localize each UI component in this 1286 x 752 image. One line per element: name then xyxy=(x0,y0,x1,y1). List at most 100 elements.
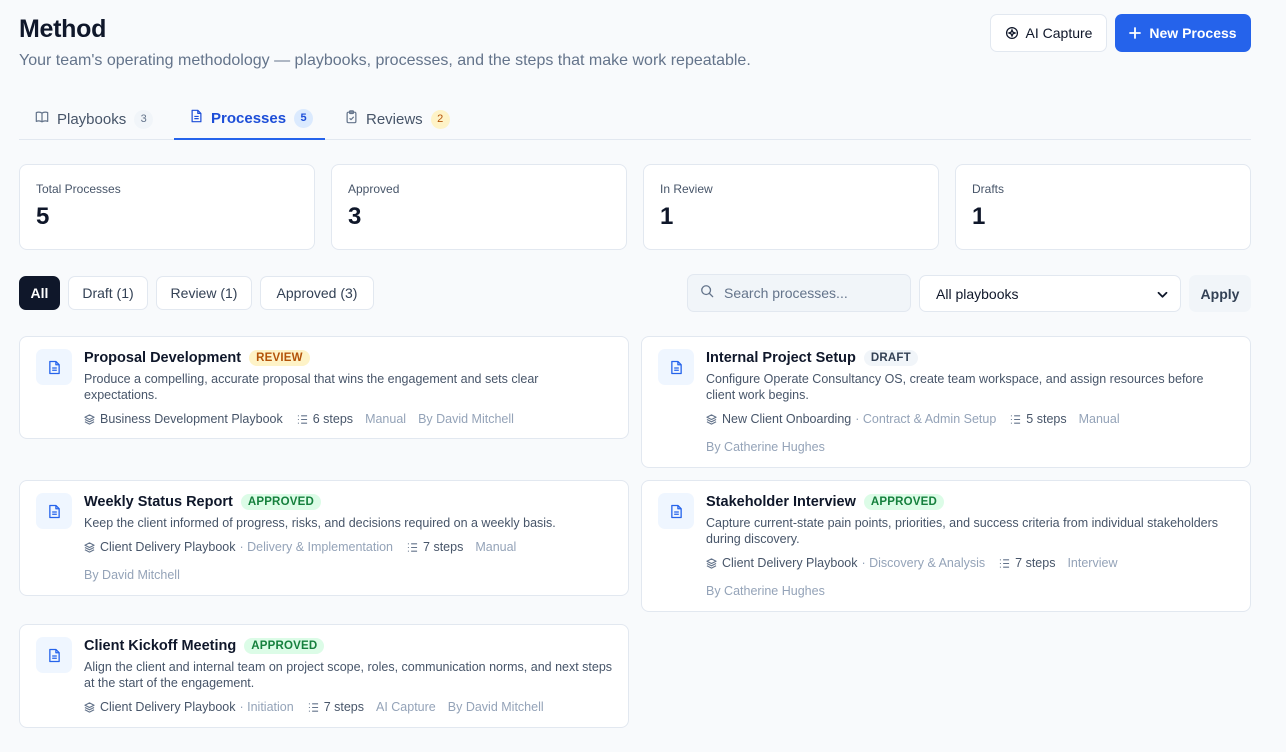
steps-count: 7 steps xyxy=(308,700,364,714)
process-title[interactable]: Stakeholder Interview xyxy=(706,494,856,510)
tab-playbooks-count: 3 xyxy=(134,109,154,129)
status-badge: DRAFT xyxy=(863,350,918,366)
document-icon xyxy=(658,349,694,385)
list-icon xyxy=(407,542,418,552)
steps-label: 7 steps xyxy=(423,540,464,554)
playbook-name: New Client Onboarding xyxy=(722,412,852,426)
steps-label: 7 steps xyxy=(1015,556,1056,570)
capture-mode: Manual xyxy=(365,412,407,426)
playbook-name: Business Development Playbook xyxy=(100,412,283,426)
book-icon xyxy=(35,110,49,128)
process-card-client-kickoff-meeting[interactable]: Client Kickoff Meeting APPROVED Align th… xyxy=(19,624,629,728)
playbook-link[interactable]: Client Delivery Playbook xyxy=(84,700,235,714)
author: By David Mitchell xyxy=(447,700,544,714)
layers-icon xyxy=(84,701,95,713)
stat-value: 1 xyxy=(660,203,674,230)
list-icon xyxy=(1000,558,1010,568)
playbook-link[interactable]: New Client Onboarding xyxy=(706,412,851,426)
capture-mode: Manual xyxy=(475,540,517,554)
process-description: Keep the client informed of progress, ri… xyxy=(84,516,556,530)
capture-mode: Interview xyxy=(1067,556,1118,570)
layers-icon xyxy=(84,413,95,425)
status-badge: APPROVED xyxy=(240,494,321,510)
plus-icon xyxy=(1129,27,1142,39)
process-card-proposal-development[interactable]: Proposal Development REVIEW Produce a co… xyxy=(19,336,629,439)
steps-count: 7 steps xyxy=(999,556,1055,570)
playbook-section: · Initiation xyxy=(239,700,294,714)
playbook-link[interactable]: Client Delivery Playbook xyxy=(706,556,857,570)
stat-label: Drafts xyxy=(972,182,1005,196)
author: By Catherine Hughes xyxy=(706,584,825,598)
tab-processes[interactable]: Processes 5 xyxy=(174,98,325,140)
filter-all[interactable]: All xyxy=(19,276,60,310)
process-meta: Client Delivery Playbook · Delivery & Im… xyxy=(84,540,516,554)
process-title[interactable]: Weekly Status Report xyxy=(84,494,233,510)
author: By Catherine Hughes xyxy=(706,440,825,454)
clipboard-check-icon xyxy=(345,110,358,128)
document-icon xyxy=(36,493,72,529)
process-card-internal-project-setup[interactable]: Internal Project Setup DRAFT Configure O… xyxy=(641,336,1251,468)
playbook-link[interactable]: Client Delivery Playbook xyxy=(84,540,235,554)
layers-icon xyxy=(706,557,717,569)
filter-approved[interactable]: Approved (3) xyxy=(260,276,374,310)
list-icon xyxy=(1011,414,1021,424)
process-meta: New Client Onboarding · Contract & Admin… xyxy=(706,412,1120,426)
process-description: Configure Operate Consultancy OS, create… xyxy=(706,372,1204,402)
playbook-select[interactable]: All playbooks xyxy=(919,275,1181,312)
layers-icon xyxy=(84,541,95,553)
process-card-weekly-status-report[interactable]: Weekly Status Report APPROVED Keep the c… xyxy=(19,480,629,596)
filter-review[interactable]: Review (1) xyxy=(156,276,252,310)
tab-bar: Playbooks 3 Processes 5 Reviews 2 xyxy=(19,98,1251,140)
page-subtitle: Your team's operating methodology — play… xyxy=(19,52,751,69)
capture-mode: AI Capture xyxy=(376,700,436,714)
tab-processes-count: 5 xyxy=(294,108,314,128)
process-meta: Client Delivery Playbook · Initiation 7 … xyxy=(84,700,544,714)
stat-label: In Review xyxy=(660,182,713,196)
process-meta: Business Development Playbook 6 steps Ma… xyxy=(84,412,514,426)
steps-count: 5 steps xyxy=(1010,412,1067,426)
process-description: Capture current-state pain points, prior… xyxy=(706,516,1219,546)
stat-card-approved: Approved 3 xyxy=(331,164,627,250)
playbook-name: Client Delivery Playbook xyxy=(100,700,236,714)
playbook-name: Client Delivery Playbook xyxy=(722,556,858,570)
list-icon xyxy=(308,702,318,712)
status-badge: APPROVED xyxy=(244,638,325,654)
stat-card-total: Total Processes 5 xyxy=(19,164,315,250)
search-icon xyxy=(700,284,714,303)
steps-count: 7 steps xyxy=(407,540,463,554)
playbook-section: · Discovery & Analysis xyxy=(861,556,986,570)
process-description: Produce a compelling, accurate proposal … xyxy=(84,372,539,402)
author: By David Mitchell xyxy=(84,568,180,582)
process-title[interactable]: Internal Project Setup xyxy=(706,350,856,366)
stat-label: Approved xyxy=(348,182,400,196)
process-title[interactable]: Client Kickoff Meeting xyxy=(84,638,236,654)
steps-label: 7 steps xyxy=(323,700,364,714)
stat-value: 1 xyxy=(972,203,986,230)
document-icon xyxy=(36,349,72,385)
filter-draft[interactable]: Draft (1) xyxy=(68,276,148,310)
new-process-label: New Process xyxy=(1149,25,1237,41)
process-title[interactable]: Proposal Development xyxy=(84,350,241,366)
ai-capture-label: AI Capture xyxy=(1025,25,1093,41)
status-badge: REVIEW xyxy=(249,350,310,366)
search-input[interactable] xyxy=(724,285,904,301)
status-badge: APPROVED xyxy=(863,494,945,510)
playbook-link[interactable]: Business Development Playbook xyxy=(84,412,283,426)
steps-label: 5 steps xyxy=(1026,412,1067,426)
apply-button[interactable]: Apply xyxy=(1189,275,1251,312)
new-process-button[interactable]: New Process xyxy=(1115,14,1251,52)
tab-playbooks[interactable]: Playbooks 3 xyxy=(19,98,169,140)
tab-reviews[interactable]: Reviews 2 xyxy=(329,98,466,140)
layers-icon xyxy=(706,413,717,425)
ai-sparkle-icon xyxy=(1005,26,1019,40)
ai-capture-button[interactable]: AI Capture xyxy=(990,14,1107,52)
search-box xyxy=(687,274,911,312)
playbook-select-value: All playbooks xyxy=(936,285,1019,302)
process-card-stakeholder-interview[interactable]: Stakeholder Interview APPROVED Capture c… xyxy=(641,480,1251,612)
document-icon xyxy=(190,109,203,127)
tab-processes-label: Processes xyxy=(211,109,287,127)
stat-value: 3 xyxy=(348,203,362,230)
page-title: Method xyxy=(19,15,107,43)
playbook-section: · Delivery & Implementation xyxy=(239,540,394,554)
stat-value: 5 xyxy=(36,203,50,230)
